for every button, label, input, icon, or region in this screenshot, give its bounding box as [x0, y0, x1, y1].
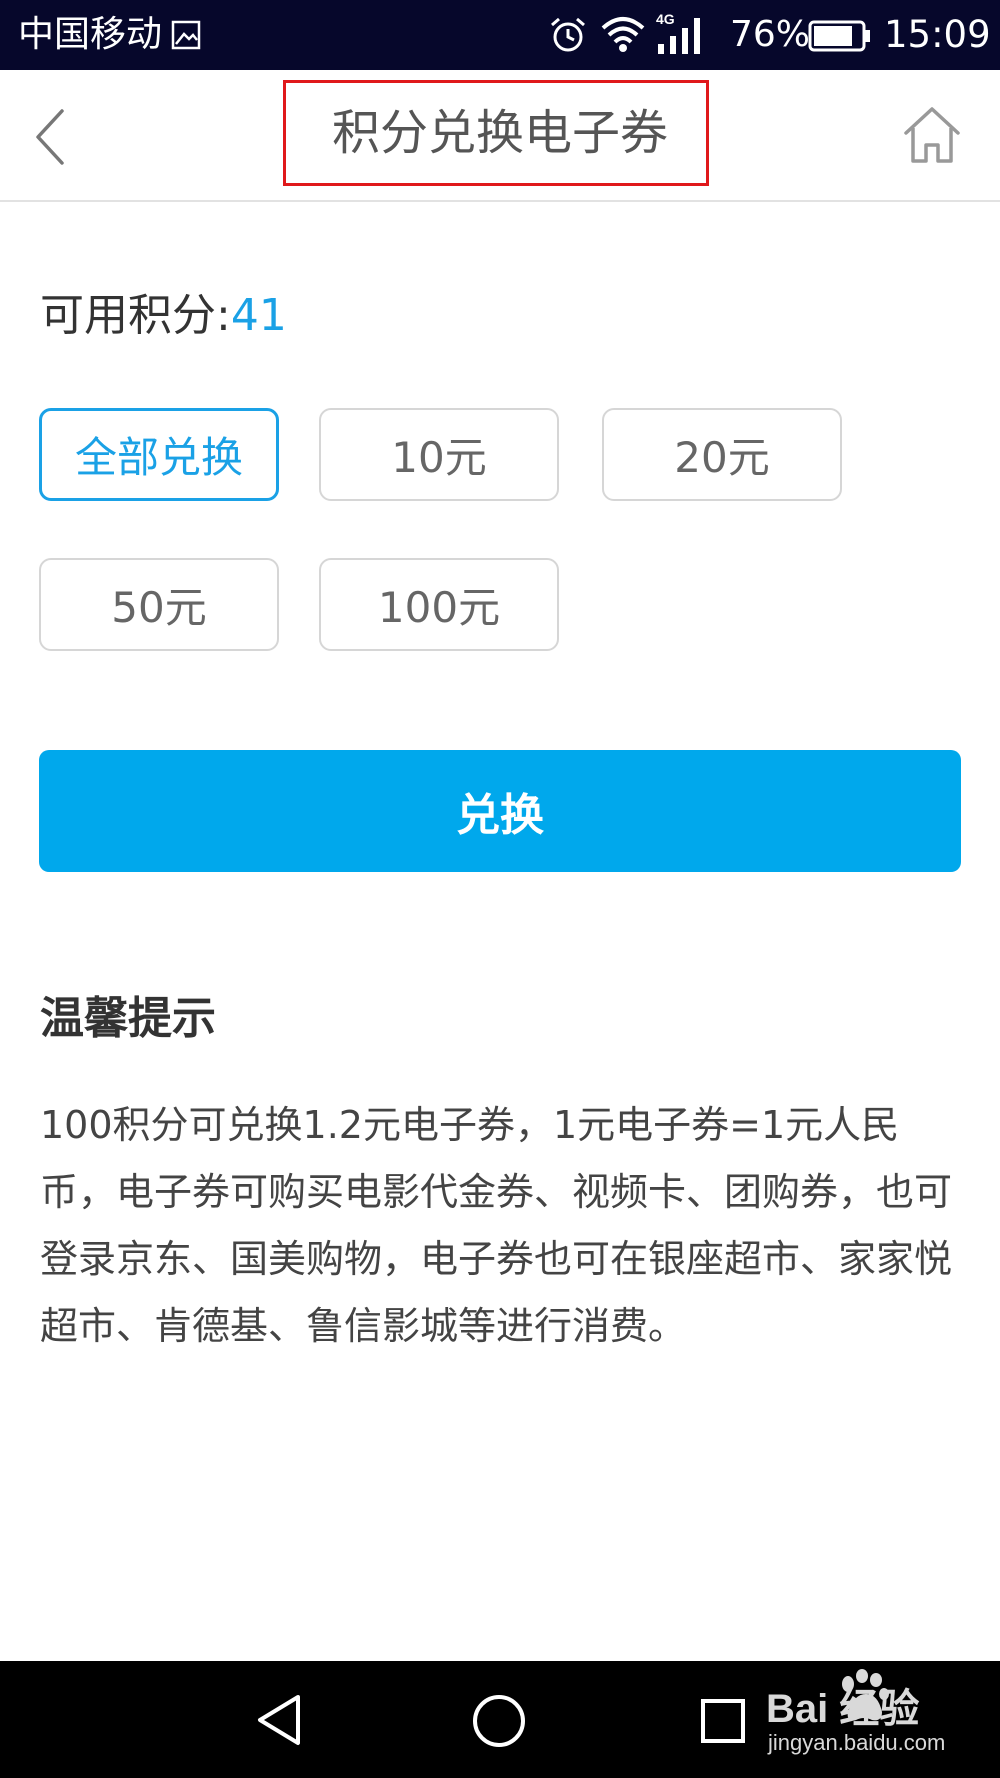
points-value: 41: [230, 290, 287, 341]
network-type-label: 4G: [656, 11, 675, 27]
page-header: 积分兑换电子券: [0, 70, 1000, 202]
wifi-icon: [601, 17, 645, 52]
option-50[interactable]: 50元: [39, 558, 279, 651]
tips-body: 100积分可兑换1.2元电子券，1元电子券=1元人民币，电子券可购买电影代金券、…: [40, 1103, 953, 1348]
signal-icon: 4G: [656, 11, 700, 54]
tips-title: 温馨提示: [40, 993, 216, 1044]
option-20[interactable]: 20元: [602, 408, 842, 501]
home-icon[interactable]: [900, 103, 964, 167]
available-points: 可用积分:41: [40, 288, 287, 344]
alarm-icon: [551, 17, 585, 52]
watermark-url: jingyan.baidu.com: [768, 1730, 946, 1755]
option-100[interactable]: 100元: [319, 558, 559, 651]
baidu-jingyan-watermark: Bai 经验 jingyan.baidu.com: [766, 1668, 986, 1768]
status-bar: 中国移动 4G 76% 15:09: [0, 0, 1000, 70]
clock-time: 15:09: [884, 13, 991, 56]
nav-back-icon[interactable]: [254, 1693, 304, 1747]
option-10[interactable]: 10元: [319, 408, 559, 501]
screen: 中国移动 4G 76% 15:09 积分兑换电子券 可用积分:41 全部兑换 1…: [0, 0, 1000, 1778]
nav-home-icon[interactable]: [471, 1693, 527, 1749]
baidu-paw-icon: [842, 1669, 889, 1721]
battery-percent: 76%: [730, 14, 811, 55]
points-label: 可用积分:: [40, 290, 231, 341]
carrier-label: 中国移动: [18, 14, 163, 55]
page-title: 积分兑换电子券: [331, 105, 668, 161]
nav-recent-icon[interactable]: [700, 1698, 746, 1744]
exchange-button[interactable]: 兑换: [39, 750, 961, 872]
option-all[interactable]: 全部兑换: [39, 408, 279, 501]
battery-icon: [808, 20, 870, 52]
gallery-notification-icon: [171, 20, 201, 50]
